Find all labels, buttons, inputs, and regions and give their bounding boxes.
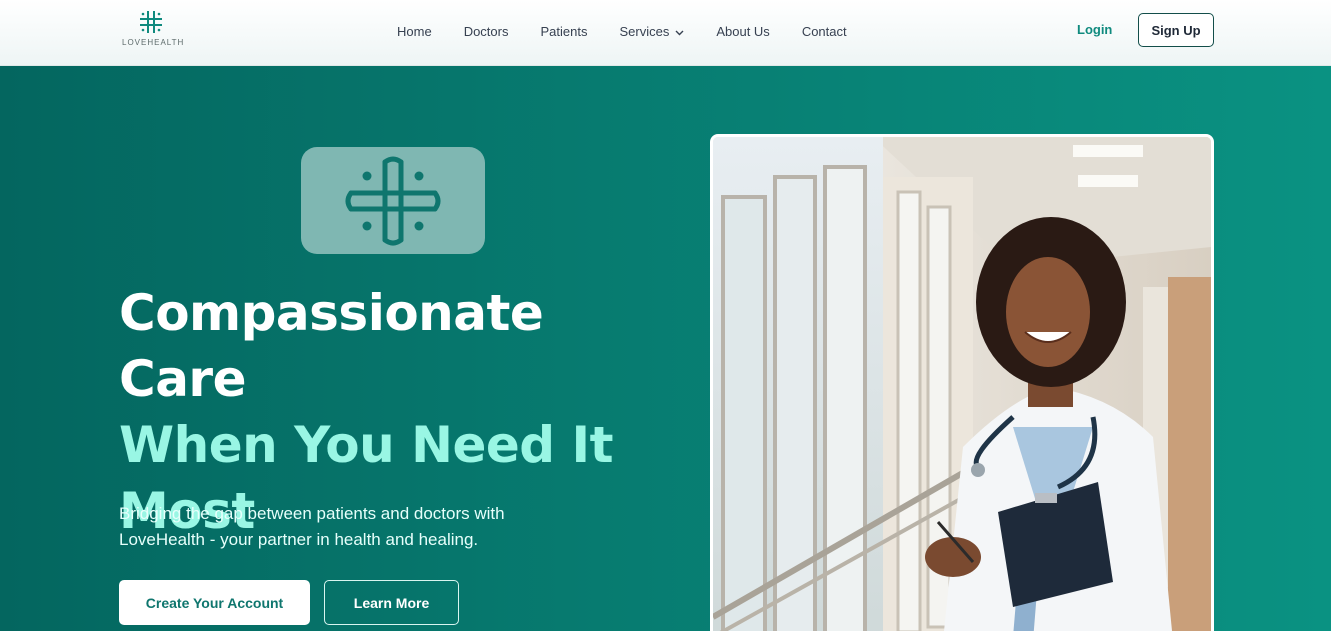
- nav-label: About Us: [716, 23, 770, 39]
- nav-label: Contact: [801, 23, 847, 39]
- hero-title-line-2: When You Need It: [119, 416, 614, 474]
- login-link[interactable]: Login: [1077, 22, 1112, 37]
- sign-up-button[interactable]: Sign Up: [1138, 13, 1214, 47]
- nav-label: Doctors: [463, 23, 509, 39]
- brand-logo[interactable]: LOVEHEALTH: [122, 9, 185, 53]
- hero-title-line-1: Compassionate Care: [119, 284, 544, 408]
- nav-label: Services: [619, 23, 670, 39]
- brand-name: LOVEHEALTH: [122, 38, 185, 47]
- doctor-photo: [710, 134, 1214, 631]
- chevron-down-icon: [675, 24, 684, 39]
- nav-label: Patients: [540, 23, 588, 39]
- main-nav: Home Doctors Patients Services About Us …: [397, 22, 879, 40]
- nav-item-doctors[interactable]: Doctors: [464, 22, 509, 40]
- nav-item-about-us[interactable]: About Us: [716, 22, 769, 40]
- medical-cross-icon: [140, 11, 162, 33]
- nav-item-patients[interactable]: Patients: [540, 22, 587, 40]
- hero-logo-badge: [301, 147, 485, 254]
- nav-item-services[interactable]: Services: [619, 22, 684, 40]
- hero-description: Bridging the gap between patients and do…: [119, 504, 505, 549]
- hero-section: Compassionate Care When You Need It Most…: [0, 66, 1331, 631]
- nav-item-contact[interactable]: Contact: [802, 22, 847, 40]
- learn-more-button[interactable]: Learn More: [324, 580, 459, 625]
- create-account-button[interactable]: Create Your Account: [119, 580, 310, 625]
- nav-item-home[interactable]: Home: [397, 22, 432, 40]
- medical-cross-icon: [345, 156, 441, 245]
- site-header: LOVEHEALTH Home Doctors Patients Service…: [0, 0, 1331, 66]
- nav-label: Home: [397, 23, 432, 39]
